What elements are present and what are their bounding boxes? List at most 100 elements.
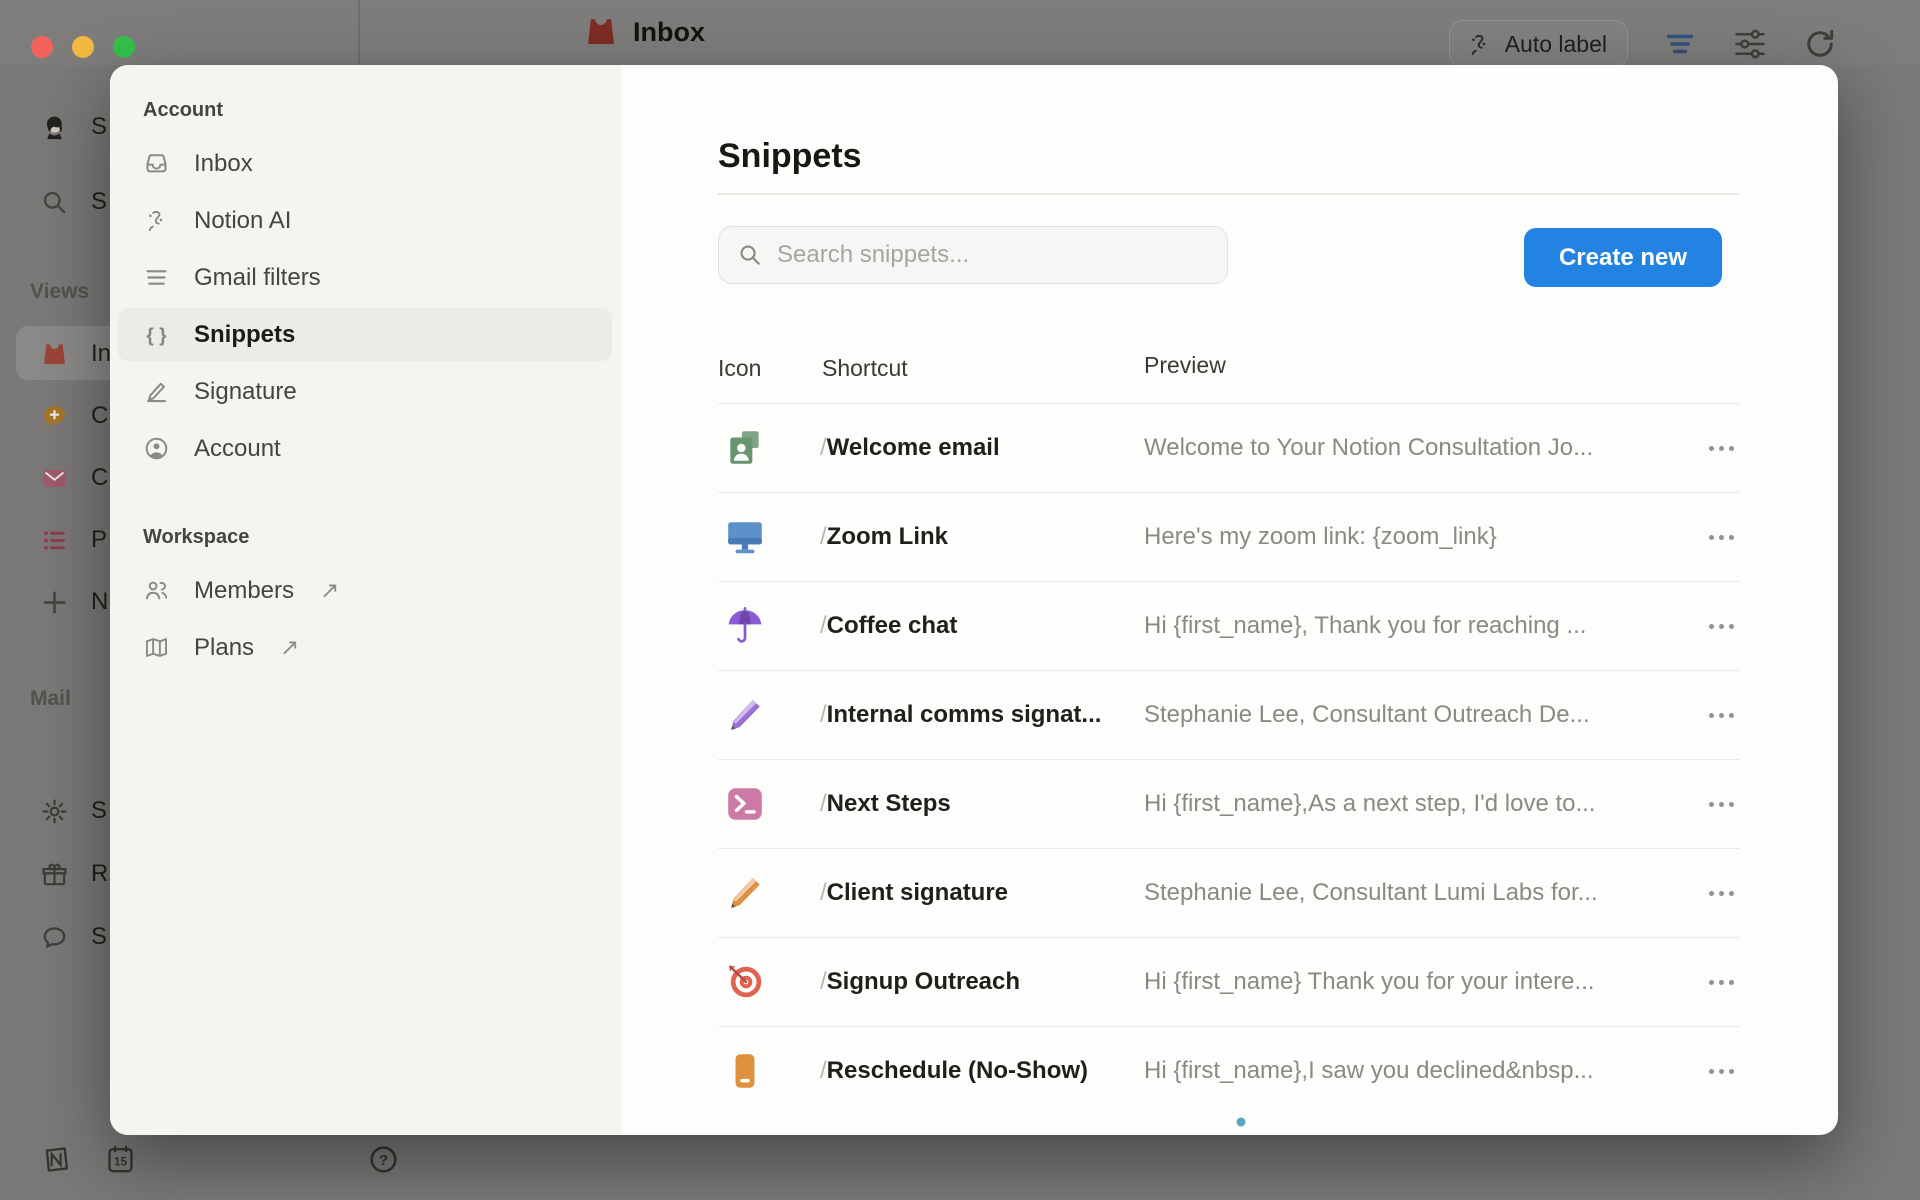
settings-nav-item[interactable]: Members ↗ xyxy=(110,562,622,619)
settings-nav-item[interactable]: Notion AI xyxy=(110,192,622,249)
snippet-preview: Welcome to Your Notion Consultation Jo..… xyxy=(1144,434,1686,462)
snippet-preview: Hi {first_name}, Thank you for reaching … xyxy=(1144,612,1686,640)
calendar-icon[interactable]: 15 xyxy=(104,1143,137,1176)
settings-item-icon xyxy=(143,435,170,462)
snippet-shortcut: Reschedule (No-Show) xyxy=(827,1057,1088,1084)
svg-text:?: ? xyxy=(379,1152,388,1169)
snippet-preview: Hi {first_name},I saw you declined&nbsp.… xyxy=(1144,1057,1686,1085)
settings-nav-item[interactable]: { } Snippets xyxy=(110,306,622,363)
shortcut-slash: / xyxy=(820,1057,827,1084)
shortcut-slash: / xyxy=(820,968,827,995)
view-item-icon xyxy=(40,340,69,369)
views-section-label: Views xyxy=(30,280,89,304)
minimize-window-button[interactable] xyxy=(72,36,94,58)
notion-ai-icon xyxy=(1466,31,1493,58)
window-controls[interactable] xyxy=(31,36,135,58)
search-icon xyxy=(40,188,69,217)
filter-icon[interactable] xyxy=(1662,26,1698,62)
help-icon[interactable]: ? xyxy=(367,1143,400,1176)
view-item-label-partial: C xyxy=(91,402,108,430)
settings-item-icon: { } xyxy=(143,321,170,348)
svg-text:15: 15 xyxy=(114,1156,127,1169)
more-options-button[interactable] xyxy=(1686,624,1740,629)
table-row[interactable]: /Internal comms signat... Stephanie Lee,… xyxy=(718,670,1740,759)
section-title-workspace: Workspace xyxy=(143,526,249,549)
view-title-text: Inbox xyxy=(633,17,705,48)
shortcut-slash: / xyxy=(820,523,827,550)
display-settings-icon[interactable] xyxy=(1732,26,1768,62)
more-options-button[interactable] xyxy=(1686,802,1740,807)
table-row[interactable]: /Zoom Link Here's my zoom link: {zoom_li… xyxy=(718,492,1740,581)
refresh-icon[interactable] xyxy=(1802,26,1838,62)
settings-item-icon xyxy=(143,378,170,405)
snippet-icon xyxy=(724,605,766,647)
zoom-window-button[interactable] xyxy=(113,36,135,58)
table-row[interactable]: /Coffee chat Hi {first_name}, Thank you … xyxy=(718,581,1740,670)
mail-item-icon xyxy=(40,860,69,889)
snippet-preview: Hi {first_name},As a next step, I'd love… xyxy=(1144,790,1686,818)
snippet-shortcut: Coffee chat xyxy=(827,612,958,639)
settings-item-label: Plans xyxy=(194,634,254,662)
snippet-search-box[interactable] xyxy=(718,226,1228,284)
external-link-icon: ↗ xyxy=(280,634,299,661)
section-title-account: Account xyxy=(143,99,223,122)
table-row[interactable]: /Client signature Stephanie Lee, Consult… xyxy=(718,848,1740,937)
more-options-button[interactable] xyxy=(1686,535,1740,540)
view-item-icon xyxy=(40,526,69,555)
snippet-icon xyxy=(724,872,766,914)
view-item-label-partial: In xyxy=(91,340,111,368)
table-row[interactable]: /Signup Outreach Hi {first_name} Thank y… xyxy=(718,937,1740,1026)
table-row[interactable]: /Reschedule (No-Show) Hi {first_name},I … xyxy=(718,1026,1740,1115)
settings-nav-item[interactable]: Gmail filters xyxy=(110,249,622,306)
mail-section-label: Mail xyxy=(30,687,71,711)
snippet-icon xyxy=(724,694,766,736)
notion-logo-icon[interactable] xyxy=(40,1143,73,1176)
snippet-icon xyxy=(724,1050,766,1092)
settings-item-label: Members xyxy=(194,577,294,605)
app-bottom-bar: 15 ? xyxy=(0,1135,1920,1200)
page-title: Snippets xyxy=(718,137,862,176)
auto-label-button[interactable]: Auto label xyxy=(1449,20,1628,68)
partial-snippet-icon xyxy=(730,1122,1740,1135)
settings-item-label: Notion AI xyxy=(194,207,291,235)
mail-item-icon xyxy=(40,923,69,952)
snippet-icon xyxy=(724,961,766,1003)
screen: Inbox Auto label S S Views xyxy=(0,0,1920,1200)
settings-nav-item[interactable]: Inbox xyxy=(110,135,622,192)
view-item-icon xyxy=(40,464,69,493)
settings-item-label: Account xyxy=(194,435,281,463)
more-options-button[interactable] xyxy=(1686,980,1740,985)
settings-content: Snippets Create new Icon Shortcut Previe… xyxy=(622,65,1838,1135)
snippet-shortcut: Internal comms signat... xyxy=(827,701,1102,728)
search-input[interactable] xyxy=(777,241,1209,269)
create-new-button[interactable]: Create new xyxy=(1524,228,1722,287)
column-header-shortcut: Shortcut xyxy=(822,355,908,382)
more-options-button[interactable] xyxy=(1686,713,1740,718)
inbox-icon xyxy=(583,14,619,50)
view-item-label-partial: C xyxy=(91,464,108,492)
settings-nav-item[interactable]: Signature xyxy=(110,363,622,420)
settings-item-icon xyxy=(143,577,170,604)
shortcut-slash: / xyxy=(820,879,827,906)
close-window-button[interactable] xyxy=(31,36,53,58)
settings-nav-item[interactable]: Plans ↗ xyxy=(110,619,622,676)
settings-item-icon xyxy=(143,264,170,291)
settings-item-label: Snippets xyxy=(194,321,295,349)
title-divider xyxy=(718,193,1740,195)
snippet-shortcut: Welcome email xyxy=(827,434,1000,461)
snippet-icon xyxy=(724,427,766,469)
table-row[interactable]: /Next Steps Hi {first_name},As a next st… xyxy=(718,759,1740,848)
shortcut-slash: / xyxy=(820,790,827,817)
more-options-button[interactable] xyxy=(1686,1069,1740,1074)
settings-nav-item[interactable]: Account xyxy=(110,420,622,477)
table-row[interactable]: /Welcome email Welcome to Your Notion Co… xyxy=(718,403,1740,492)
more-options-button[interactable] xyxy=(1686,446,1740,451)
table-header: Icon Shortcut Preview xyxy=(718,355,1740,385)
account-settings-list: Inbox Notion AI Gmail filters xyxy=(110,135,622,477)
search-label-partial: S xyxy=(91,188,107,216)
snippet-preview: Stephanie Lee, Consultant Outreach De... xyxy=(1144,701,1686,729)
shortcut-slash: / xyxy=(820,701,827,728)
snippet-preview: Stephanie Lee, Consultant Lumi Labs for.… xyxy=(1144,879,1686,907)
more-options-button[interactable] xyxy=(1686,891,1740,896)
auto-label-text: Auto label xyxy=(1505,31,1607,58)
